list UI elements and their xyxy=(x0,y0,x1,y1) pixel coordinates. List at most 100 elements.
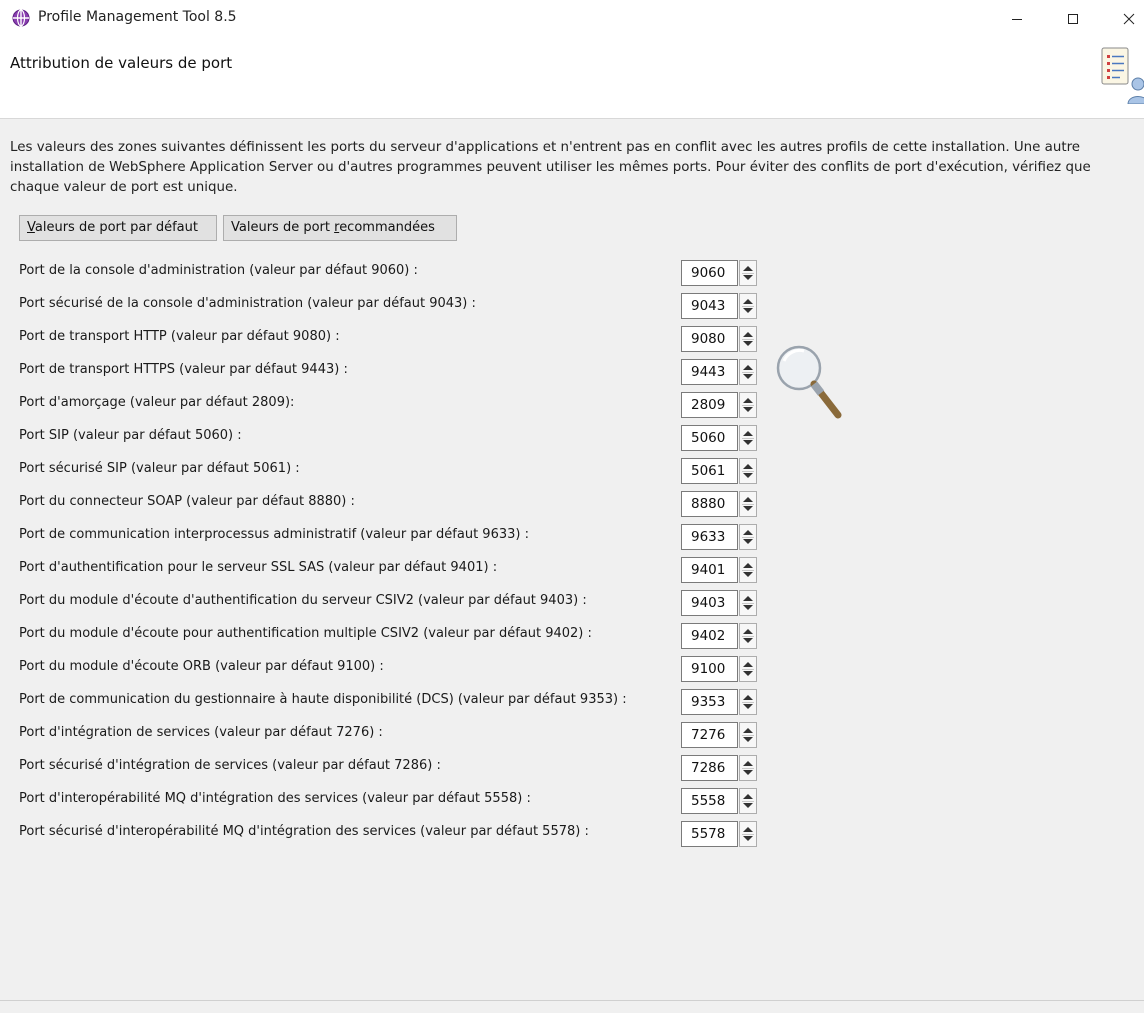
arrow-up-icon[interactable] xyxy=(743,431,753,436)
arrow-down-icon[interactable] xyxy=(743,308,753,313)
spinner-arrows xyxy=(739,392,757,418)
arrow-down-icon[interactable] xyxy=(743,440,753,445)
port-value-field[interactable]: 9353 xyxy=(681,689,738,715)
port-spinner: 9403 xyxy=(681,590,761,616)
port-spinner: 5558 xyxy=(681,788,761,814)
spinner-arrows xyxy=(739,623,757,649)
spinner-divider xyxy=(742,471,754,472)
port-label: Port sécurisé d'intégration de services … xyxy=(19,758,441,773)
port-value-field[interactable]: 9403 xyxy=(681,590,738,616)
wizard-header: Attribution de valeurs de port xyxy=(0,38,1144,119)
port-value-field[interactable]: 2809 xyxy=(681,392,738,418)
arrow-up-icon[interactable] xyxy=(743,530,753,535)
arrow-down-icon[interactable] xyxy=(743,737,753,742)
spinner-divider xyxy=(742,735,754,736)
arrow-down-icon[interactable] xyxy=(743,704,753,709)
recommended-ports-button[interactable]: Valeurs de port recommandées xyxy=(223,215,457,241)
arrow-down-icon[interactable] xyxy=(743,836,753,841)
arrow-down-icon[interactable] xyxy=(743,407,753,412)
arrow-up-icon[interactable] xyxy=(743,497,753,502)
port-value-field[interactable]: 7276 xyxy=(681,722,738,748)
port-spinner: 9633 xyxy=(681,524,761,550)
port-row: Port sécurisé SIP (valeur par défaut 506… xyxy=(0,456,1144,488)
arrow-down-icon[interactable] xyxy=(743,506,753,511)
arrow-up-icon[interactable] xyxy=(743,761,753,766)
spinner-arrows xyxy=(739,656,757,682)
port-value-field[interactable]: 9443 xyxy=(681,359,738,385)
port-value-field[interactable]: 9080 xyxy=(681,326,738,352)
arrow-up-icon[interactable] xyxy=(743,827,753,832)
arrow-down-icon[interactable] xyxy=(743,275,753,280)
arrow-up-icon[interactable] xyxy=(743,695,753,700)
button-label: aleurs de port par défaut xyxy=(34,220,198,235)
arrow-up-icon[interactable] xyxy=(743,365,753,370)
spinner-arrows xyxy=(739,260,757,286)
port-row: Port de communication interprocessus adm… xyxy=(0,522,1144,554)
port-label: Port sécurisé de la console d'administra… xyxy=(19,296,476,311)
arrow-up-icon[interactable] xyxy=(743,266,753,271)
port-value-field[interactable]: 9043 xyxy=(681,293,738,319)
minimize-icon[interactable] xyxy=(994,0,1040,38)
port-row: Port d'intégration de services (valeur p… xyxy=(0,720,1144,752)
description-text: Les valeurs des zones suivantes définiss… xyxy=(10,138,1144,198)
close-icon[interactable] xyxy=(1106,0,1144,38)
port-value-field[interactable]: 9401 xyxy=(681,557,738,583)
arrow-up-icon[interactable] xyxy=(743,464,753,469)
arrow-up-icon[interactable] xyxy=(743,398,753,403)
checklist-user-icon xyxy=(1098,44,1144,104)
port-value-field[interactable]: 9060 xyxy=(681,260,738,286)
arrow-up-icon[interactable] xyxy=(743,662,753,667)
title-bar: Profile Management Tool 8.5 xyxy=(0,0,1144,38)
port-value-field[interactable]: 5558 xyxy=(681,788,738,814)
port-label: Port d'intégration de services (valeur p… xyxy=(19,725,383,740)
spinner-arrows xyxy=(739,590,757,616)
port-label: Port sécurisé SIP (valeur par défaut 506… xyxy=(19,461,300,476)
port-value-field[interactable]: 7286 xyxy=(681,755,738,781)
port-spinner: 5061 xyxy=(681,458,761,484)
port-spinner: 9100 xyxy=(681,656,761,682)
spinner-divider xyxy=(742,636,754,637)
arrow-down-icon[interactable] xyxy=(743,572,753,577)
spinner-divider xyxy=(742,702,754,703)
default-ports-button[interactable]: Valeurs de port par défaut xyxy=(19,215,217,241)
port-value-field[interactable]: 5060 xyxy=(681,425,738,451)
arrow-down-icon[interactable] xyxy=(743,770,753,775)
arrow-down-icon[interactable] xyxy=(743,605,753,610)
port-spinner: 5578 xyxy=(681,821,761,847)
spinner-arrows xyxy=(739,359,757,385)
arrow-down-icon[interactable] xyxy=(743,473,753,478)
arrow-up-icon[interactable] xyxy=(743,563,753,568)
port-value-field[interactable]: 5578 xyxy=(681,821,738,847)
port-label: Port de transport HTTPS (valeur par défa… xyxy=(19,362,348,377)
spinner-divider xyxy=(742,504,754,505)
port-spinner: 9401 xyxy=(681,557,761,583)
port-label: Port du module d'écoute pour authentific… xyxy=(19,626,592,641)
arrow-up-icon[interactable] xyxy=(743,728,753,733)
port-value-field[interactable]: 9402 xyxy=(681,623,738,649)
port-value-field[interactable]: 8880 xyxy=(681,491,738,517)
spinner-arrows xyxy=(739,821,757,847)
port-value-field[interactable]: 9100 xyxy=(681,656,738,682)
maximize-icon[interactable] xyxy=(1050,0,1096,38)
description-line: Les valeurs des zones suivantes définiss… xyxy=(10,140,1081,155)
spinner-arrows xyxy=(739,326,757,352)
description-line: installation de WebSphere Application Se… xyxy=(10,160,1091,175)
port-label: Port du module d'écoute d'authentificati… xyxy=(19,593,587,608)
arrow-down-icon[interactable] xyxy=(743,374,753,379)
spinner-divider xyxy=(742,273,754,274)
port-value-field[interactable]: 9633 xyxy=(681,524,738,550)
arrow-up-icon[interactable] xyxy=(743,794,753,799)
arrow-up-icon[interactable] xyxy=(743,299,753,304)
arrow-down-icon[interactable] xyxy=(743,671,753,676)
port-row: Port d'authentification pour le serveur … xyxy=(0,555,1144,587)
arrow-down-icon[interactable] xyxy=(743,638,753,643)
spinner-divider xyxy=(742,405,754,406)
arrow-up-icon[interactable] xyxy=(743,629,753,634)
arrow-down-icon[interactable] xyxy=(743,341,753,346)
arrow-down-icon[interactable] xyxy=(743,803,753,808)
arrow-up-icon[interactable] xyxy=(743,332,753,337)
arrow-down-icon[interactable] xyxy=(743,539,753,544)
spinner-divider xyxy=(742,834,754,835)
port-value-field[interactable]: 5061 xyxy=(681,458,738,484)
arrow-up-icon[interactable] xyxy=(743,596,753,601)
